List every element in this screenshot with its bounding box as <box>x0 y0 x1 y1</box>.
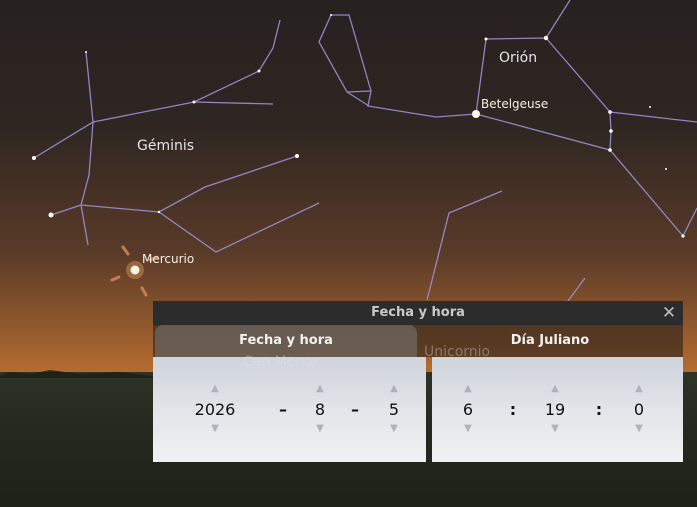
hour-down-arrow-icon[interactable]: ▼ <box>453 424 483 434</box>
minute-down-arrow-icon[interactable]: ▼ <box>538 424 572 434</box>
gemini-line <box>92 19 281 123</box>
orion-line <box>609 111 697 123</box>
year-down-arrow-icon[interactable]: ▼ <box>185 424 245 434</box>
month-value[interactable]: 8 <box>305 400 335 420</box>
date-separator: – <box>279 400 287 419</box>
canis-minor-label: Can Menor <box>243 354 319 370</box>
date-panel: ▲ 2026 ▼ – ▲ 8 ▼ – ▲ 5 ▼ <box>153 357 426 462</box>
hour-value[interactable]: 6 <box>453 400 483 420</box>
star <box>330 14 332 16</box>
month-spinner[interactable]: ▲ 8 ▼ <box>305 357 335 462</box>
minute-value[interactable]: 19 <box>538 400 572 420</box>
monoceros-line <box>426 190 503 301</box>
tab-fecha-y-hora[interactable]: Fecha y hora <box>155 325 417 357</box>
star <box>608 148 612 152</box>
time-separator: : <box>595 400 603 419</box>
constellation-line <box>318 14 372 93</box>
minute-up-arrow-icon[interactable]: ▲ <box>538 384 572 394</box>
second-spinner[interactable]: ▲ 0 ▼ <box>624 357 654 462</box>
betelgeuse-label: Betelgeuse <box>481 97 549 111</box>
year-spinner[interactable]: ▲ 2026 ▼ <box>185 357 245 462</box>
orion-line <box>545 0 571 39</box>
star <box>157 210 161 214</box>
gemini-line <box>33 51 94 159</box>
star <box>608 110 612 114</box>
star <box>665 168 667 170</box>
dialog-tab-bar: Fecha y hora Día Juliano <box>153 325 683 357</box>
minute-spinner[interactable]: ▲ 19 ▼ <box>538 357 572 462</box>
star <box>484 37 488 41</box>
orion-line <box>609 149 697 238</box>
hour-up-arrow-icon[interactable]: ▲ <box>453 384 483 394</box>
dialog-title-bar[interactable]: Fecha y hora ✕ <box>153 301 683 325</box>
orion-label: Orión <box>499 50 538 66</box>
second-value[interactable]: 0 <box>624 400 654 420</box>
year-up-arrow-icon[interactable]: ▲ <box>185 384 245 394</box>
gemini-line <box>158 202 320 253</box>
day-down-arrow-icon[interactable]: ▼ <box>379 424 409 434</box>
date-separator: – <box>351 400 359 419</box>
gemini-label: Géminis <box>137 138 195 154</box>
month-up-arrow-icon[interactable]: ▲ <box>305 384 335 394</box>
betelgeuse-star <box>472 110 480 118</box>
star <box>295 154 299 158</box>
star <box>48 212 54 218</box>
day-up-arrow-icon[interactable]: ▲ <box>379 384 409 394</box>
second-down-arrow-icon[interactable]: ▼ <box>624 424 654 434</box>
month-down-arrow-icon[interactable]: ▼ <box>305 424 335 434</box>
star <box>32 156 36 160</box>
orion-line <box>475 37 612 151</box>
star <box>257 69 261 73</box>
day-spinner[interactable]: ▲ 5 ▼ <box>379 357 409 462</box>
monoceros-label: Unicornio <box>424 344 491 360</box>
second-up-arrow-icon[interactable]: ▲ <box>624 384 654 394</box>
time-separator: : <box>509 400 517 419</box>
constellation-line <box>367 90 477 118</box>
gemini-line <box>50 121 94 216</box>
star <box>543 35 549 41</box>
constellation-line <box>346 91 370 107</box>
star <box>609 129 613 133</box>
day-value[interactable]: 5 <box>379 400 409 420</box>
time-panel: ▲ 6 ▼ : ▲ 19 ▼ : ▲ 0 ▼ <box>432 357 683 462</box>
gemini-line <box>193 101 274 105</box>
gemini-line <box>80 155 298 213</box>
date-time-dialog: Fecha y hora ✕ Fecha y hora Día Juliano … <box>153 301 683 462</box>
dialog-title: Fecha y hora <box>371 305 465 320</box>
year-value[interactable]: 2026 <box>185 400 245 420</box>
close-icon[interactable]: ✕ <box>659 303 679 323</box>
star <box>192 100 196 104</box>
gemini-line <box>80 204 89 246</box>
star <box>649 106 651 108</box>
star <box>85 51 87 53</box>
star <box>681 234 685 238</box>
mercury-label: Mercurio <box>142 252 195 266</box>
hour-spinner[interactable]: ▲ 6 ▼ <box>453 357 483 462</box>
